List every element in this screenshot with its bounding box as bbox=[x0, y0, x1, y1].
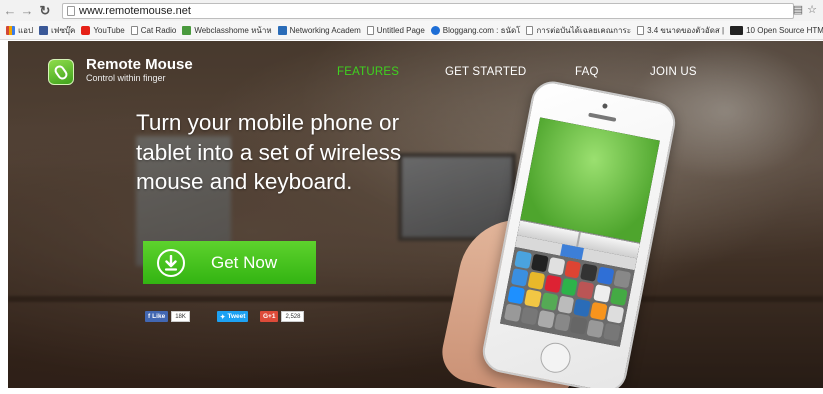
networking-icon bbox=[277, 25, 287, 35]
nav-get-started[interactable]: GET STARTED bbox=[445, 66, 526, 78]
tweet-button[interactable]: ✦ Tweet bbox=[217, 311, 249, 322]
brand-tagline: Control within finger bbox=[86, 73, 166, 83]
browser-toolbar: ← → ↻ www.remotemouse.net ▤ ☆ bbox=[0, 0, 823, 21]
bookmark-item[interactable]: 3.4 ขนาดของตัวอัดส | bbox=[637, 24, 724, 37]
bookmark-item[interactable]: Networking Academ bbox=[277, 25, 361, 35]
webclass-icon bbox=[182, 25, 192, 35]
page-icon bbox=[130, 25, 138, 35]
bookmark-label: เฟซบุ๊ค bbox=[51, 25, 76, 35]
facebook-icon bbox=[39, 25, 49, 35]
brand-name: Remote Mouse bbox=[86, 56, 193, 73]
bookmark-label: 3.4 ขนาดของตัวอัดส | bbox=[647, 25, 725, 35]
apps-icon bbox=[6, 25, 15, 35]
back-arrow-icon[interactable]: ← bbox=[3, 4, 17, 18]
get-now-button[interactable]: Get Now bbox=[143, 241, 316, 284]
bookmark-label: Cat Radio bbox=[140, 25, 177, 35]
hero-section: Remote Mouse Control within finger FEATU… bbox=[8, 41, 823, 388]
bookmark-item[interactable]: Webclasshome หน้าห bbox=[182, 24, 272, 37]
url-text[interactable]: www.remotemouse.net bbox=[79, 5, 191, 17]
bookmark-item[interactable]: เฟซบุ๊ค bbox=[39, 24, 75, 37]
facebook-like-label: Like bbox=[152, 313, 166, 320]
nav-features[interactable]: FEATURES bbox=[337, 66, 399, 78]
bookmark-item[interactable]: แอป bbox=[6, 24, 33, 37]
twitter-tweet[interactable]: ✦ Tweet bbox=[217, 311, 249, 322]
facebook-like-button[interactable]: f Like bbox=[145, 311, 169, 322]
phone-screen bbox=[500, 117, 660, 347]
bookmark-item[interactable]: 10 Open Source HTM bbox=[730, 25, 823, 35]
bookmark-item[interactable]: Untitled Page bbox=[366, 25, 425, 35]
bookmark-label: Untitled Page bbox=[376, 25, 425, 35]
bookmark-label: Bloggang.com : ธนัดโ bbox=[442, 25, 521, 35]
forward-arrow-icon[interactable]: → bbox=[20, 4, 34, 18]
bookmarks-bar: แอป เฟซบุ๊ค YouTube Cat Radio Webclassho… bbox=[0, 21, 823, 40]
facebook-like[interactable]: f Like 18K bbox=[145, 311, 190, 322]
facebook-like-count: 18K bbox=[171, 311, 190, 322]
hero-headline: Turn your mobile phone or tablet into a … bbox=[136, 110, 402, 194]
facebook-icon: f bbox=[148, 313, 151, 320]
google-plus-button[interactable]: G+1 bbox=[260, 311, 279, 322]
phone-speaker bbox=[588, 112, 617, 122]
bookmark-item[interactable]: การต่อบันได้เฉลยเคณการะ bbox=[526, 24, 631, 37]
page-icon bbox=[637, 25, 645, 35]
remote-mouse-logo-icon[interactable] bbox=[48, 59, 74, 85]
sw-icon bbox=[730, 25, 744, 35]
phone-home-button bbox=[537, 340, 574, 376]
page-icon bbox=[526, 25, 534, 35]
get-now-label: Get Now bbox=[211, 252, 278, 272]
page-icon bbox=[366, 25, 374, 35]
translate-icon[interactable]: ▤ bbox=[793, 3, 803, 16]
nav-join-us[interactable]: JOIN US bbox=[650, 66, 697, 78]
youtube-icon bbox=[81, 25, 91, 35]
google-plus-count: 2,528 bbox=[281, 311, 305, 322]
bookmark-label: แอป bbox=[18, 25, 34, 35]
bookmark-label: Networking Academ bbox=[289, 25, 361, 35]
bookmark-label: Webclasshome หน้าห bbox=[194, 25, 272, 35]
phone-camera bbox=[602, 103, 608, 109]
bookmark-label: 10 Open Source HTM bbox=[746, 25, 823, 35]
bookmark-label: YouTube bbox=[93, 25, 125, 35]
bookmark-label: การต่อบันได้เฉลยเคณการะ bbox=[536, 25, 632, 35]
background-overlay bbox=[8, 41, 823, 388]
star-icon[interactable]: ☆ bbox=[807, 3, 817, 16]
download-icon bbox=[157, 248, 185, 277]
reload-icon[interactable]: ↻ bbox=[38, 4, 52, 18]
google-plus-one[interactable]: G+1 2,528 bbox=[260, 311, 305, 322]
brand[interactable]: Remote Mouse Control within finger bbox=[86, 56, 193, 84]
bookmark-item[interactable]: Cat Radio bbox=[130, 25, 177, 35]
bookmark-item[interactable]: YouTube bbox=[81, 25, 125, 35]
tweet-label: Tweet bbox=[227, 313, 246, 320]
bloggang-icon bbox=[430, 25, 440, 35]
bookmark-item[interactable]: Bloggang.com : ธนัดโ bbox=[430, 24, 521, 37]
address-bar[interactable]: www.remotemouse.net bbox=[62, 3, 794, 19]
twitter-bird-icon: ✦ bbox=[220, 313, 226, 321]
nav-faq[interactable]: FAQ bbox=[575, 66, 599, 78]
page-icon bbox=[67, 6, 75, 16]
